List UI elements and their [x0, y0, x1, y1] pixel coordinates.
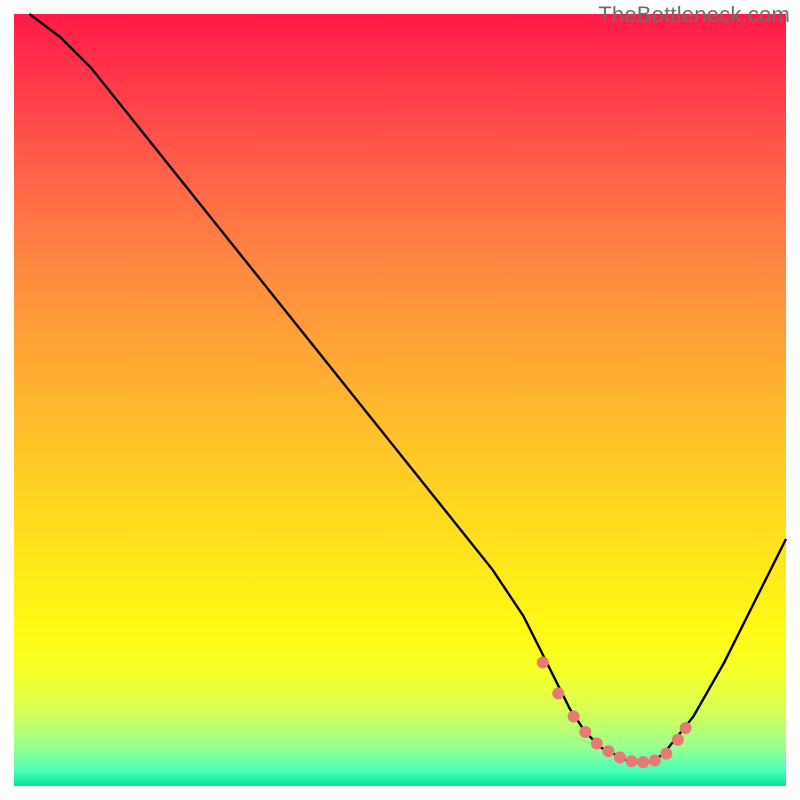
highlight-dot	[672, 734, 684, 746]
watermark-text: TheBottleneck.com	[598, 2, 790, 28]
bottleneck-curve	[29, 14, 786, 763]
highlight-dot	[680, 722, 692, 734]
highlight-dot	[614, 751, 626, 763]
highlight-dot	[660, 748, 672, 760]
highlight-dot	[537, 657, 549, 669]
highlight-dot	[568, 711, 580, 723]
highlight-dot	[602, 745, 614, 757]
highlight-dot	[579, 726, 591, 738]
optimal-range-dots	[537, 657, 692, 769]
highlight-dot	[552, 687, 564, 699]
highlight-dot	[626, 755, 638, 767]
chart-svg	[0, 0, 800, 800]
highlight-dot	[649, 755, 661, 767]
highlight-dot	[637, 756, 649, 768]
chart-root: TheBottleneck.com	[0, 0, 800, 800]
highlight-dot	[591, 738, 603, 750]
